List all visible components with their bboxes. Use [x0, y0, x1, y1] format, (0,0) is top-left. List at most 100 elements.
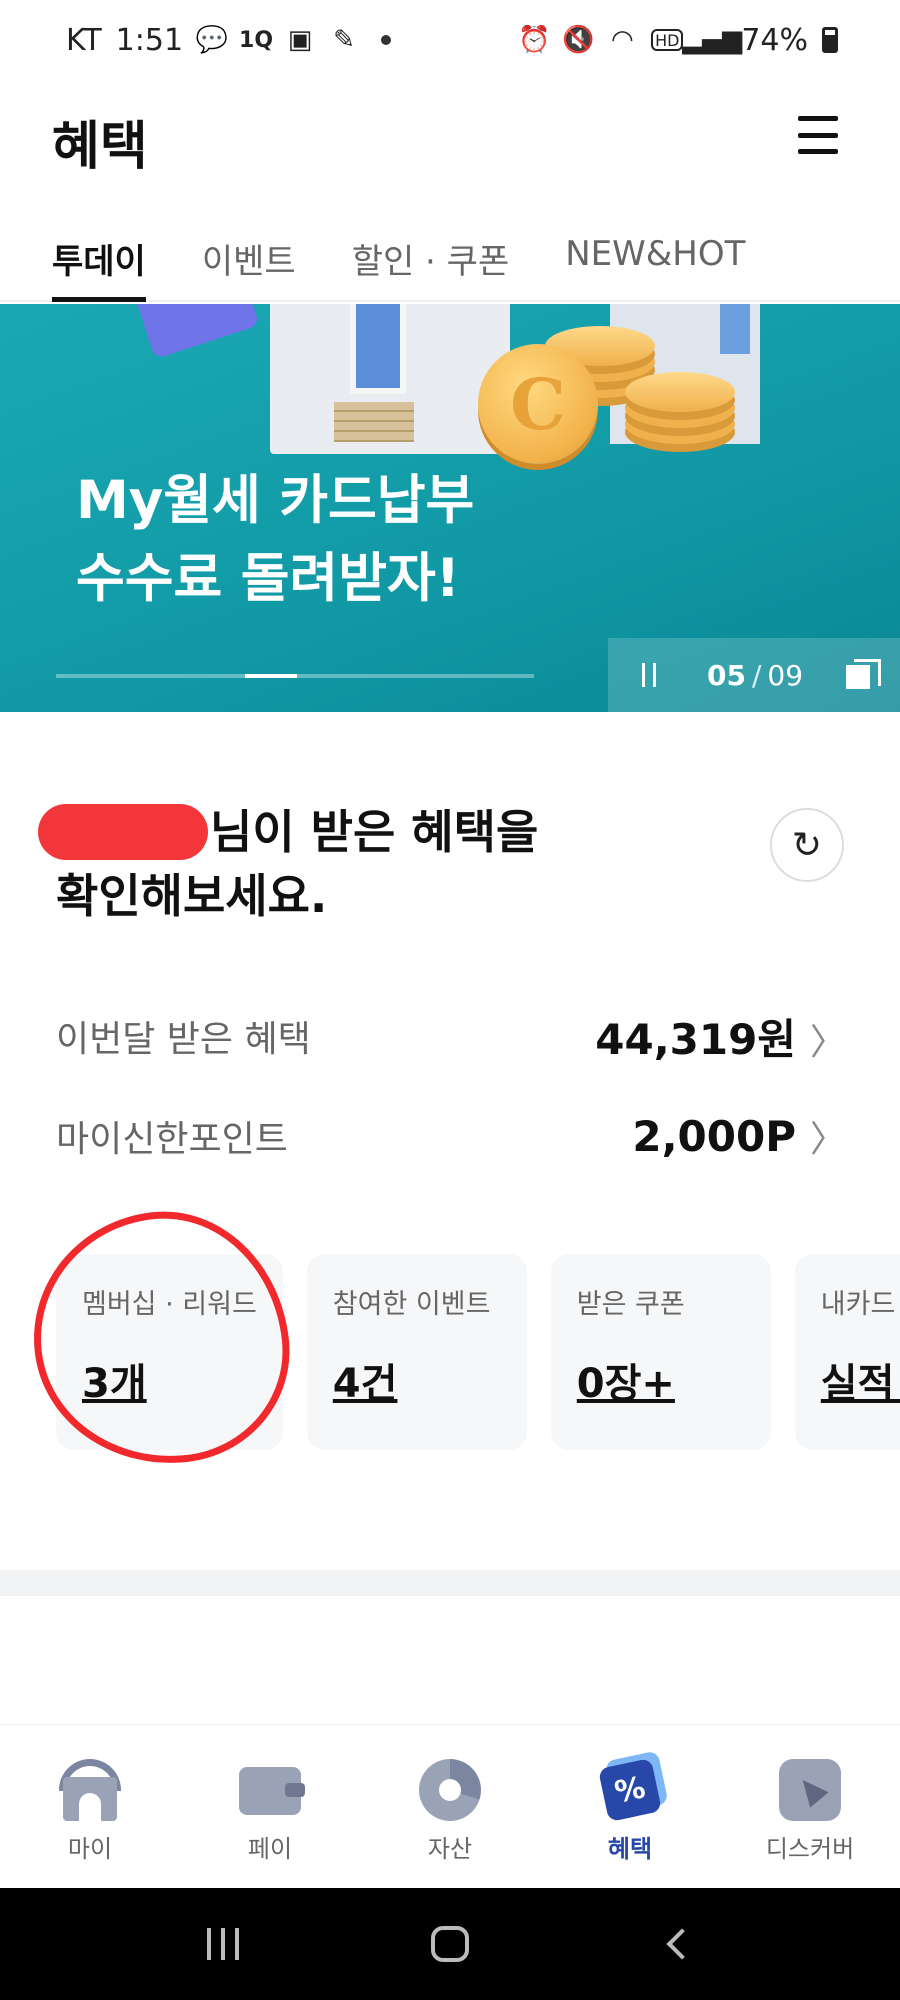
monthly-benefit-row[interactable]: 이번달 받은 혜택 44,319원 〉 — [56, 1006, 846, 1066]
view-all-banners-icon[interactable] — [846, 659, 881, 691]
recent-apps-button[interactable] — [195, 1916, 251, 1972]
wifi-icon: ◠ — [610, 25, 634, 55]
more-notifications-dot — [381, 35, 392, 45]
battery-icon — [822, 27, 838, 53]
nav-assets[interactable]: 자산 — [360, 1725, 540, 1888]
nav-benefits[interactable]: % 혜택 — [540, 1725, 720, 1888]
app-header: 혜택 — [0, 80, 900, 200]
nav-discover[interactable]: 디스커버 — [720, 1725, 900, 1888]
hd-icon: HD — [651, 29, 684, 51]
points-row[interactable]: 마이신한포인트 2,000P 〉 — [56, 1106, 846, 1166]
points-value-wrap: 2,000P 〉 — [632, 1110, 846, 1162]
tab-discount-coupon[interactable]: 할인 · 쿠폰 — [352, 214, 510, 302]
card-label: 참여한 이벤트 — [332, 1289, 491, 1320]
chat-icon: 💬 — [195, 25, 229, 55]
points-label: 마이신한포인트 — [56, 1119, 288, 1160]
section-divider — [0, 1570, 900, 1596]
back-button[interactable] — [649, 1916, 705, 1972]
banner-progress-indicator — [245, 674, 297, 678]
nav-label: 페이 — [247, 1835, 293, 1863]
tab-today[interactable]: 투데이 — [52, 214, 146, 302]
menu-line — [798, 132, 838, 138]
clock: 1:51 — [115, 22, 184, 58]
nav-label: 혜택 — [607, 1835, 653, 1863]
card-label: 내카드 — [820, 1289, 896, 1320]
card-label: 받은 쿠폰 — [576, 1289, 685, 1320]
menu-button[interactable] — [798, 116, 838, 154]
card-value: 실적 · — [820, 1361, 900, 1407]
points-value: 2,000P — [632, 1112, 796, 1161]
pie-chart-icon — [419, 1759, 481, 1821]
card-label: 멤버십 · 리워드 — [82, 1289, 257, 1320]
pause-button[interactable] — [634, 660, 664, 690]
tab-new-hot[interactable]: NEW&HOT — [565, 214, 745, 302]
home-circle-icon — [430, 1926, 469, 1962]
monthly-benefit-value-wrap: 44,319원 〉 — [595, 1006, 846, 1067]
notification-icon: ✎ — [333, 25, 355, 55]
refresh-icon: ↻ — [791, 824, 823, 866]
banner-line-2: 수수료 돌려받자! — [76, 548, 460, 609]
tab-bar: 투데이 이벤트 할인 · 쿠폰 NEW&HOT — [0, 214, 900, 302]
system-nav-bar — [0, 1888, 900, 2000]
banner-counter-separator: / — [751, 658, 762, 692]
coin-stack-illustration — [625, 372, 735, 412]
bottom-nav: 마이 페이 자산 % 혜택 디스커버 — [0, 1724, 900, 1888]
chevron-right-icon: 〉 — [809, 1119, 846, 1160]
card-joined-events[interactable]: 참여한 이벤트 4건 — [306, 1254, 527, 1450]
carrier: KT — [66, 22, 102, 58]
banner-counter: 05/09 — [664, 659, 846, 692]
nav-label: 자산 — [427, 1835, 473, 1863]
greeting-line-1: 님이 받은 혜택을 — [210, 805, 539, 859]
status-left: KT 1:51 💬 1Q ▣ ✎ — [66, 22, 392, 58]
battery-percent: 74% — [741, 22, 808, 58]
nav-pay[interactable]: 페이 — [180, 1725, 360, 1888]
redacted-username — [38, 803, 208, 860]
stairs-illustration — [334, 402, 414, 442]
monthly-benefit-value: 44,319원 — [595, 1014, 796, 1064]
wallet-icon — [239, 1759, 305, 1821]
page-title: 혜택 — [52, 117, 148, 177]
benefit-tag-icon: % — [597, 1757, 663, 1823]
gallery-icon: ▣ — [287, 25, 313, 55]
status-right: ⏰ 🔇 ◠ HD ▂▄▆ 74% — [518, 22, 838, 58]
pause-bar — [642, 663, 645, 687]
benefit-greeting: 님이 받은 혜택을 확인해보세요. — [38, 800, 616, 928]
card-value: 3개 — [82, 1361, 147, 1407]
back-arrow-icon — [666, 1928, 698, 1960]
recent-apps-icon — [207, 1928, 240, 1960]
signal-icon: ▂▄▆ — [682, 25, 743, 55]
benefit-cards: 멤버십 · 리워드 3개 참여한 이벤트 4건 받은 쿠폰 0장+ 내카드 실적… — [56, 1254, 900, 1450]
greeting-line-2: 확인해보세요. — [56, 869, 328, 923]
door-illustration — [350, 304, 406, 394]
card-my-card[interactable]: 내카드 실적 · — [794, 1254, 900, 1450]
banner-total: 09 — [767, 658, 804, 692]
banner-progress-track — [56, 674, 534, 678]
banner-tag-illustration — [130, 304, 260, 360]
page: KT 1:51 💬 1Q ▣ ✎ ⏰ 🔇 ◠ HD ▂▄▆ 74% 혜택 투데이 — [0, 0, 900, 2000]
card-received-coupons[interactable]: 받은 쿠폰 0장+ — [550, 1254, 771, 1450]
home-icon — [59, 1759, 121, 1821]
banner-line-1: My월세 카드납부 — [76, 470, 475, 531]
alarm-icon: ⏰ — [518, 25, 551, 55]
card-membership-reward[interactable]: 멤버십 · 리워드 3개 — [56, 1254, 283, 1450]
home-button[interactable] — [422, 1916, 478, 1972]
promo-banner[interactable]: C My월세 카드납부 수수료 돌려받자! 05/09 — [0, 304, 900, 712]
banner-headline: My월세 카드납부 수수료 돌려받자! — [76, 462, 474, 618]
nav-my[interactable]: 마이 — [0, 1725, 180, 1888]
card-value: 0장+ — [576, 1361, 675, 1407]
nav-label: 디스커버 — [765, 1835, 855, 1863]
status-bar: KT 1:51 💬 1Q ▣ ✎ ⏰ 🔇 ◠ HD ▂▄▆ 74% — [0, 0, 900, 80]
compass-icon — [779, 1759, 841, 1821]
mute-icon: 🔇 — [562, 25, 595, 55]
nav-label: 마이 — [67, 1835, 113, 1863]
tab-event[interactable]: 이벤트 — [202, 214, 296, 302]
chevron-right-icon: 〉 — [809, 1021, 846, 1063]
building-illustration — [270, 304, 510, 454]
refresh-button[interactable]: ↻ — [770, 808, 844, 882]
menu-line — [798, 116, 838, 121]
coin-illustration: C — [478, 344, 598, 464]
1q-icon: 1Q — [239, 27, 274, 53]
menu-line — [798, 149, 838, 154]
banner-current: 05 — [706, 658, 746, 692]
banner-controls: 05/09 — [608, 638, 900, 712]
